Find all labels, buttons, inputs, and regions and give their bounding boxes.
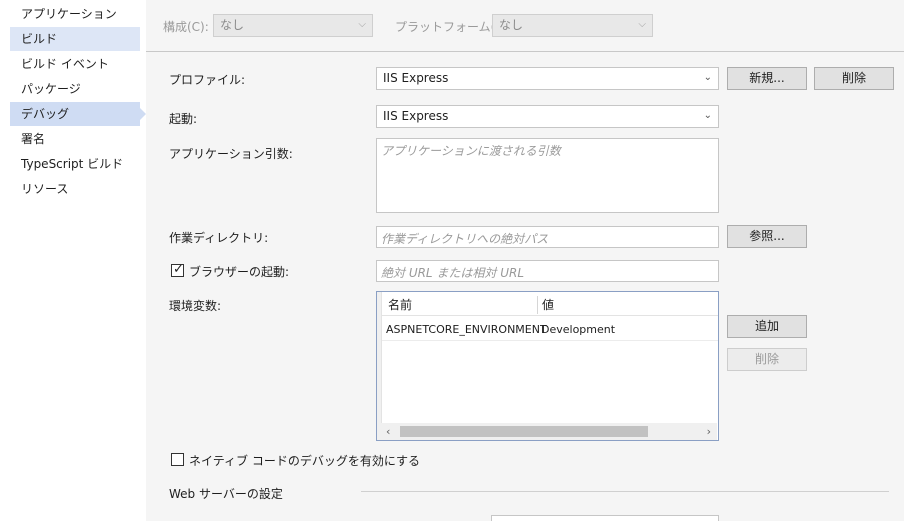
sidebar-item-resources[interactable]: リソース xyxy=(10,177,140,201)
sidebar-item-typescript-build[interactable]: TypeScript ビルド xyxy=(10,152,140,176)
chevron-down-icon: ⌵ xyxy=(638,19,646,30)
env-vars-label: 環境変数: xyxy=(169,299,222,313)
column-header-value[interactable]: 値 xyxy=(542,294,554,316)
app-args-label: アプリケーション引数: xyxy=(169,147,293,161)
column-divider[interactable] xyxy=(537,296,538,314)
web-server-section-title: Web サーバーの設定 xyxy=(169,487,283,501)
config-bar: 構成(C): なし ⌵ プラットフォーム(M): なし ⌵ xyxy=(146,0,904,52)
delete-profile-button[interactable]: 削除 xyxy=(814,67,894,90)
platform-value: なし xyxy=(499,18,524,32)
debug-page: 構成(C): なし ⌵ プラットフォーム(M): なし ⌵ プロファイル: II… xyxy=(146,0,904,521)
browse-button[interactable]: 参照... xyxy=(727,225,807,248)
env-var-value-cell[interactable]: Development xyxy=(541,318,615,341)
sidebar-item-application[interactable]: アプリケーション xyxy=(10,2,140,26)
launch-label: 起動: xyxy=(169,112,198,126)
working-dir-placeholder: 作業ディレクトリへの絶対パス xyxy=(381,232,549,246)
native-debug-label: ネイティブ コードのデバッグを有効にする xyxy=(189,454,420,468)
launch-value: IIS Express xyxy=(383,109,449,123)
scrollbar-thumb[interactable] xyxy=(400,426,648,437)
configuration-value: なし xyxy=(220,18,245,32)
native-debug-checkbox[interactable] xyxy=(171,453,184,466)
launch-select[interactable]: IIS Express ⌄ xyxy=(376,105,719,128)
horizontal-scrollbar[interactable]: ‹ › xyxy=(378,423,717,440)
sidebar-item-package[interactable]: パッケージ xyxy=(10,77,140,101)
working-dir-label: 作業ディレクトリ: xyxy=(169,231,269,245)
web-server-field-partial[interactable] xyxy=(491,515,719,521)
chevron-down-icon: ⌄ xyxy=(703,72,712,83)
working-dir-input[interactable]: 作業ディレクトリへの絶対パス xyxy=(376,226,719,248)
sidebar: アプリケーション ビルド ビルド イベント パッケージ デバッグ 署名 Type… xyxy=(0,0,146,521)
sidebar-item-signing[interactable]: 署名 xyxy=(10,127,140,151)
app-args-input[interactable]: アプリケーションに渡される引数 xyxy=(376,138,719,213)
checkmark-icon: ✓ xyxy=(173,262,184,277)
env-vars-grid[interactable]: 名前 値 ASPNETCORE_ENVIRONMENT Development … xyxy=(376,291,719,441)
profile-label: プロファイル: xyxy=(169,73,246,87)
launch-url-placeholder: 絶対 URL または相対 URL xyxy=(381,266,525,280)
delete-env-var-button[interactable]: 削除 xyxy=(727,348,807,371)
add-env-var-button[interactable]: 追加 xyxy=(727,315,807,338)
profile-value: IIS Express xyxy=(383,71,449,85)
configuration-select[interactable]: なし ⌵ xyxy=(213,14,373,37)
chevron-down-icon: ⌄ xyxy=(703,110,712,121)
new-profile-button[interactable]: 新規... xyxy=(727,67,807,90)
grid-header: 名前 値 xyxy=(382,294,718,316)
platform-select[interactable]: なし ⌵ xyxy=(492,14,653,37)
launch-browser-checkbox[interactable]: ✓ xyxy=(171,262,184,277)
scroll-right-icon[interactable]: › xyxy=(707,423,711,440)
chevron-down-icon: ⌵ xyxy=(358,19,366,30)
launch-url-input[interactable]: 絶対 URL または相対 URL xyxy=(376,260,719,282)
scroll-left-icon[interactable]: ‹ xyxy=(386,423,390,440)
sidebar-item-debug[interactable]: デバッグ xyxy=(10,102,140,126)
section-divider xyxy=(361,491,889,492)
env-var-name-cell[interactable]: ASPNETCORE_ENVIRONMENT xyxy=(386,318,547,341)
sidebar-item-build[interactable]: ビルド xyxy=(10,27,140,51)
sidebar-item-build-events[interactable]: ビルド イベント xyxy=(10,52,140,76)
configuration-label: 構成(C): xyxy=(163,20,209,34)
app-args-placeholder: アプリケーションに渡される引数 xyxy=(381,144,561,158)
launch-browser-label: ブラウザーの起動: xyxy=(189,265,290,279)
profile-select[interactable]: IIS Express ⌄ xyxy=(376,67,719,90)
table-row[interactable]: ASPNETCORE_ENVIRONMENT Development xyxy=(382,318,718,341)
column-header-name[interactable]: 名前 xyxy=(388,294,412,316)
